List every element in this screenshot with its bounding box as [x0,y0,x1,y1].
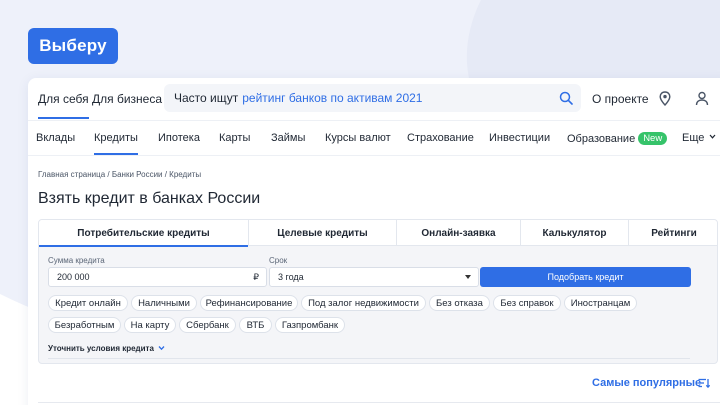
amount-label: Сумма кредита [48,256,105,265]
user-icon[interactable] [695,91,709,106]
page-title: Взять кредит в банках России [38,190,261,207]
search-icon[interactable] [559,91,573,105]
term-value: 3 года [278,272,304,282]
chip-vtb[interactable]: ВТБ [239,317,272,333]
chevron-down-icon [158,346,165,351]
amount-input[interactable]: 200 000 ₽ [48,267,267,287]
segment-personal[interactable]: Для себя [38,92,89,119]
sort-icon[interactable] [698,378,710,388]
amount-value: 200 000 [57,272,90,282]
nav-item-education[interactable]: Образование New [567,132,668,145]
chip-no-refusal[interactable]: Без отказа [429,295,490,311]
search-suggestion-link[interactable]: рейтинг банков по активам 2021 [242,91,422,105]
nav-item-more[interactable]: Еще [682,132,716,144]
nav-item-currency[interactable]: Курсы валют [325,132,391,144]
search-hint-label: Часто ищут [174,91,239,105]
refine-conditions-label: Уточнить условия кредита [48,344,154,353]
nav-item-more-label: Еще [682,132,705,144]
chip-gazprombank[interactable]: Газпромбанк [275,317,345,333]
term-select[interactable]: 3 года [269,267,479,287]
credit-search-panel: Потребительские кредиты Целевые кредиты … [38,219,718,364]
chip-foreigners[interactable]: Иностранцам [564,295,637,311]
tab-calculator[interactable]: Калькулятор [521,220,629,246]
chip-cash[interactable]: Наличными [131,295,197,311]
dropdown-caret-icon [465,275,471,279]
chip-sberbank[interactable]: Сбербанк [179,317,236,333]
top-bar: Для себя Для бизнеса Часто ищут рейтинг … [28,78,720,120]
breadcrumb[interactable]: Главная страница / Банки России / Кредит… [38,170,201,179]
credit-tabs: Потребительские кредиты Целевые кредиты … [39,220,717,247]
currency-suffix: ₽ [253,272,259,282]
nav-item-cards[interactable]: Карты [219,132,250,144]
chip-refinancing[interactable]: Рефинансирование [200,295,298,311]
nav-item-insurance[interactable]: Страхование [407,132,474,144]
chip-to-card[interactable]: На карту [124,317,176,333]
tab-ratings[interactable]: Рейтинги [629,220,717,246]
term-label: Срок [269,256,288,265]
divider [38,402,720,403]
main-nav: Вклады Кредиты Ипотека Карты Займы Курсы… [28,120,720,156]
nav-item-credits[interactable]: Кредиты [94,132,138,155]
divider [48,358,690,359]
sort-popular[interactable]: Самые популярные [592,377,701,389]
chip-unemployed[interactable]: Безработным [48,317,121,333]
chevron-down-icon [709,134,716,139]
chip-real-estate-collateral[interactable]: Под залог недвижимости [301,295,426,311]
tab-consumer-credits[interactable]: Потребительские кредиты [39,220,249,247]
segment-business[interactable]: Для бизнеса [92,92,162,106]
tab-target-credits[interactable]: Целевые кредиты [249,220,397,246]
search-input[interactable]: Часто ищут рейтинг банков по активам 202… [164,84,581,112]
new-badge: New [638,132,668,145]
main-card: Для себя Для бизнеса Часто ищут рейтинг … [28,78,720,405]
about-link[interactable]: О проекте [592,92,649,106]
refine-conditions-toggle[interactable]: Уточнить условия кредита [48,344,165,353]
nav-item-mortgage[interactable]: Ипотека [158,132,200,144]
find-credit-button[interactable]: Подобрать кредит [480,267,691,287]
chip-credit-online[interactable]: Кредит онлайн [48,295,128,311]
chip-no-certificates[interactable]: Без справок [493,295,561,311]
location-pin-icon[interactable] [659,91,671,106]
nav-item-investments[interactable]: Инвестиции [489,132,550,144]
nav-item-education-label: Образование [567,133,636,145]
nav-item-loans[interactable]: Займы [271,132,305,144]
nav-item-deposits[interactable]: Вклады [36,132,75,144]
tab-online-application[interactable]: Онлайн-заявка [397,220,521,246]
site-logo[interactable]: Выберу [28,28,118,64]
